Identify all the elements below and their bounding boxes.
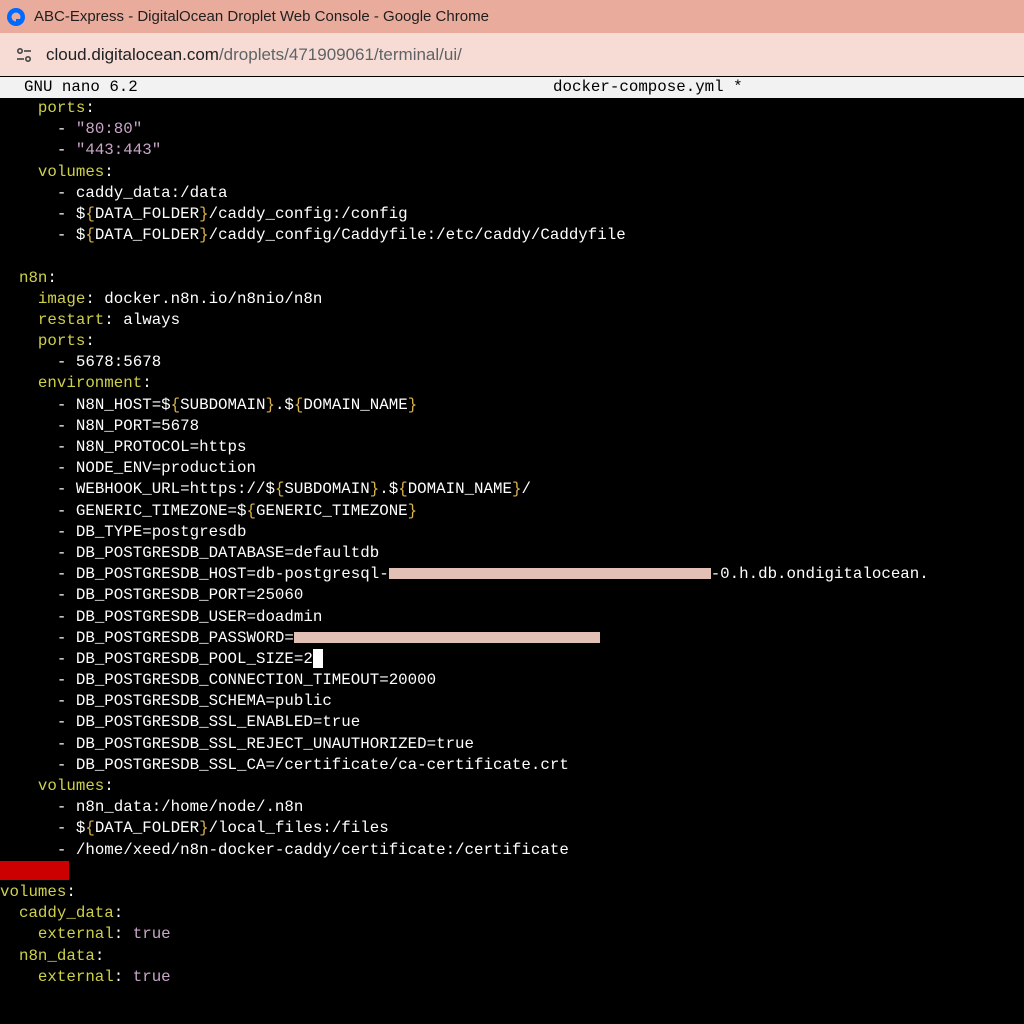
code-line: - "80:80" (56, 120, 143, 139)
redaction-bar (388, 568, 711, 580)
code-line: - ${DATA_FOLDER}/local_files:/files (56, 819, 389, 838)
url-host: cloud.digitalocean.com (46, 44, 219, 64)
code-line: n8n_data: (18, 946, 105, 965)
window-title: ABC-Express - DigitalOcean Droplet Web C… (34, 8, 489, 25)
code-line: - N8N_PROTOCOL=https (56, 438, 247, 456)
code-line: external: true (37, 925, 171, 944)
editor-content[interactable]: ports: - "80:80" - "443:443" volumes: - … (0, 98, 1024, 988)
trailing-whitespace-marker (0, 861, 69, 881)
nano-header: GNU nano 6.2 docker-compose.yml * (0, 77, 1024, 98)
url-path: /droplets/471909061/terminal/ui/ (218, 44, 462, 64)
url-text[interactable]: cloud.digitalocean.com/droplets/47190906… (46, 45, 462, 65)
terminal-console[interactable]: GNU nano 6.2 docker-compose.yml * ports:… (0, 76, 1024, 1024)
code-line: - ${DATA_FOLDER}/caddy_config:/config (56, 204, 408, 223)
code-line: - DB_POSTGRESDB_USER=doadmin (56, 607, 323, 626)
code-line: ports: (37, 99, 95, 117)
nano-version: GNU nano 6.2 (24, 78, 138, 96)
code-line: - WEBHOOK_URL=https://${SUBDOMAIN}.${DOM… (56, 480, 531, 499)
code-line: - DB_POSTGRESDB_POOL_SIZE=2 (0, 649, 1024, 670)
code-line: - N8N_HOST=${SUBDOMAIN}.${DOMAIN_NAME} (56, 395, 418, 414)
code-line: external: true (37, 967, 171, 986)
code-line: - DB_POSTGRESDB_SSL_CA=/certificate/ca-c… (56, 755, 569, 774)
code-line: - DB_POSTGRESDB_SSL_REJECT_UNAUTHORIZED=… (56, 734, 475, 753)
code-line: - DB_POSTGRESDB_SSL_ENABLED=true (56, 713, 361, 732)
digitalocean-icon (6, 7, 26, 27)
text-cursor (312, 649, 323, 669)
code-line: - DB_POSTGRESDB_HOST=db-postgresql- -0.h.… (56, 565, 929, 584)
code-line: - DB_POSTGRESDB_CONNECTION_TIMEOUT=20000 (56, 671, 437, 690)
code-line: - n8n_data:/home/node/.n8n (56, 798, 304, 817)
code-line: - N8N_PORT=5678 (56, 416, 200, 435)
address-bar[interactable]: cloud.digitalocean.com/droplets/47190906… (0, 33, 1024, 76)
code-line: - "443:443" (56, 141, 162, 160)
code-line: image: docker.n8n.io/n8nio/n8n (37, 289, 323, 308)
code-line: - DB_POSTGRESDB_SCHEMA=public (56, 692, 332, 711)
code-line: volumes: (37, 777, 114, 795)
code-line: - /home/xeed/n8n-docker-caddy/certificat… (56, 840, 569, 859)
site-settings-icon[interactable] (10, 41, 38, 69)
code-line: - DB_POSTGRESDB_PASSWORD= (0, 628, 1024, 649)
code-line: - DB_POSTGRESDB_DATABASE=defaultdb (56, 543, 380, 562)
code-line: - ${DATA_FOLDER}/caddy_config/Caddyfile:… (56, 226, 626, 245)
code-line: - DB_TYPE=postgresdb (56, 522, 247, 541)
redaction-bar (293, 632, 600, 644)
code-line: - NODE_ENV=production (56, 459, 256, 478)
code-line: - GENERIC_TIMEZONE=${GENERIC_TIMEZONE} (56, 501, 418, 520)
code-line: - 5678:5678 (56, 353, 162, 372)
code-line: n8n: (18, 268, 57, 287)
code-line-trailing-whitespace (0, 861, 1024, 882)
code-line: - caddy_data:/data (56, 183, 228, 202)
code-line: volumes: (0, 882, 76, 901)
window-titlebar: ABC-Express - DigitalOcean Droplet Web C… (0, 0, 1024, 33)
code-line: caddy_data: (18, 904, 124, 923)
code-line: volumes: (37, 162, 114, 181)
code-line: - DB_POSTGRESDB_PORT=25060 (56, 586, 304, 605)
code-line: ports: (37, 332, 95, 351)
code-line: restart: always (37, 310, 181, 329)
nano-filename: docker-compose.yml * (553, 78, 743, 96)
code-line: environment: (37, 374, 152, 393)
